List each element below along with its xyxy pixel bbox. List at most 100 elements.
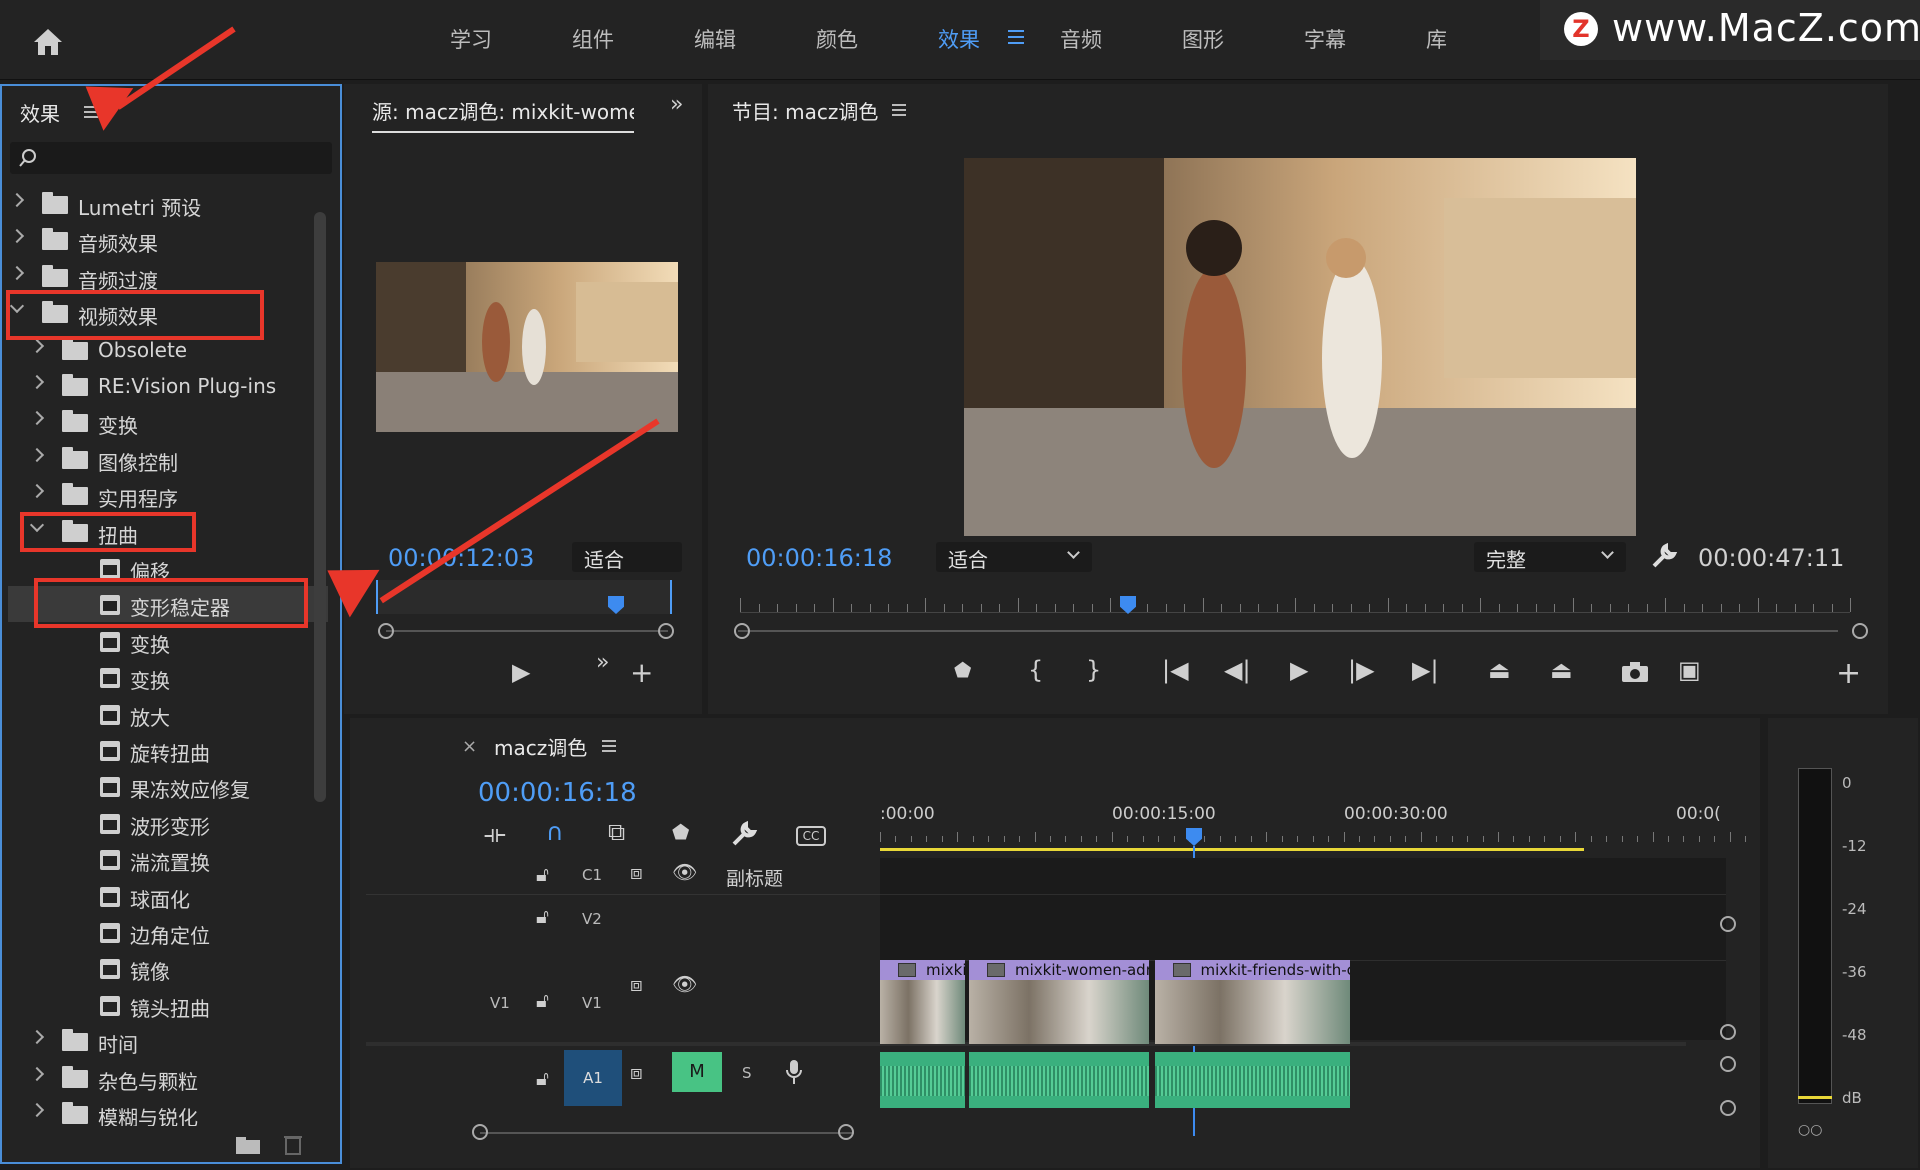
tree-effect[interactable]: 放大: [8, 696, 328, 732]
timeline-scroll-end-handle[interactable]: [838, 1124, 854, 1140]
microphone-icon[interactable]: [784, 1058, 804, 1086]
lock-icon[interactable]: 🔓︎: [536, 1066, 549, 1090]
tree-effect[interactable]: 边角定位: [8, 914, 328, 950]
workspace-tab-4[interactable]: 效果: [938, 24, 980, 54]
source-fit-dropdown[interactable]: 适合: [572, 542, 682, 572]
close-sequence-icon[interactable]: ×: [462, 736, 477, 757]
tree-effect[interactable]: 变换: [8, 623, 328, 659]
timeline-scroll-track[interactable]: [480, 1132, 854, 1134]
source-play-button[interactable]: ▶: [512, 658, 530, 686]
workspace-tab-8[interactable]: 库: [1426, 24, 1447, 54]
program-scroll-start-handle[interactable]: [734, 623, 750, 639]
program-quality-dropdown[interactable]: 完整: [1474, 542, 1626, 572]
timeline-scroll-start-handle[interactable]: [472, 1124, 488, 1140]
wrench-icon[interactable]: [1650, 542, 1678, 570]
vertical-zoom-handle[interactable]: [1720, 916, 1736, 932]
captions-icon[interactable]: CC: [796, 826, 826, 846]
vertical-zoom-handle[interactable]: [1720, 1024, 1736, 1040]
sync-lock-icon[interactable]: ⧈: [630, 1060, 643, 1084]
tree-effect[interactable]: 湍流置换: [8, 841, 328, 877]
linked-selection-icon[interactable]: ⧉: [608, 818, 625, 846]
go-to-in-icon[interactable]: |◀: [1162, 656, 1189, 684]
extract-icon[interactable]: ⏏: [1550, 656, 1573, 684]
video-clip[interactable]: mixkit-women-admire-roma: [968, 960, 1149, 1044]
tree-effect[interactable]: 镜像: [8, 950, 328, 986]
mute-button[interactable]: M: [672, 1052, 722, 1092]
source-scroll-end-handle[interactable]: [658, 623, 674, 639]
timeline-marker-icon[interactable]: ⬟: [672, 820, 689, 844]
chevron-right-icon[interactable]: [29, 1066, 45, 1081]
tree-effect[interactable]: 旋转扭曲: [8, 732, 328, 768]
program-play-button[interactable]: ▶: [1290, 656, 1308, 684]
add-marker-icon[interactable]: ⬟: [954, 658, 971, 682]
tree-folder[interactable]: 模糊与锐化: [8, 1096, 328, 1126]
timeline-wrench-icon[interactable]: [730, 820, 758, 848]
source-panel-title[interactable]: 源: macz调色: mixkit-womei: [372, 96, 634, 133]
eye-icon[interactable]: 👁︎: [672, 860, 697, 884]
timeline-menu-icon[interactable]: [602, 740, 616, 752]
program-scroll-track[interactable]: [738, 630, 1838, 632]
lock-icon[interactable]: 🔓︎: [536, 862, 549, 886]
workspace-tab-1[interactable]: 组件: [572, 24, 614, 54]
program-menu-icon[interactable]: [892, 104, 906, 116]
lift-icon[interactable]: ⏏: [1488, 656, 1511, 684]
program-fit-dropdown[interactable]: 适合: [936, 542, 1092, 572]
tree-folder[interactable]: 实用程序: [8, 477, 328, 513]
tree-effect[interactable]: 变换: [8, 659, 328, 695]
source-scroll-start-handle[interactable]: [378, 623, 394, 639]
vertical-zoom-handle[interactable]: [1720, 1100, 1736, 1116]
tree-folder[interactable]: 时间: [8, 1023, 328, 1059]
workspace-tab-6[interactable]: 图形: [1182, 24, 1224, 54]
audio-clip[interactable]: [880, 1052, 966, 1108]
go-to-out-icon[interactable]: ▶|: [1412, 656, 1439, 684]
source-add-button-icon[interactable]: +: [630, 656, 653, 689]
chevron-right-icon[interactable]: [29, 338, 45, 353]
tree-folder[interactable]: RE:Vision Plug-ins: [8, 368, 328, 404]
panel-overflow-icon[interactable]: »: [670, 92, 683, 117]
effects-scrollbar[interactable]: [314, 212, 326, 802]
track-a1-label[interactable]: A1: [564, 1050, 622, 1106]
lock-icon[interactable]: 🔓︎: [536, 904, 549, 928]
tree-folder[interactable]: 变换: [8, 404, 328, 440]
tree-folder[interactable]: 杂色与颗粒: [8, 1060, 328, 1096]
comparison-view-icon[interactable]: ▣: [1678, 656, 1701, 684]
chevron-right-icon[interactable]: [29, 1030, 45, 1045]
video-clip[interactable]: mixkit-friends-with-colored-sm: [1154, 960, 1350, 1044]
chevron-right-icon[interactable]: [9, 229, 25, 244]
workspace-menu-icon[interactable]: [1008, 30, 1024, 44]
sequence-tab[interactable]: macz调色: [494, 732, 587, 761]
workspace-tab-3[interactable]: 颜色: [816, 24, 858, 54]
audio-clip[interactable]: [968, 1052, 1149, 1108]
effects-search-input[interactable]: [10, 142, 332, 174]
mark-in-icon[interactable]: {: [1028, 656, 1043, 684]
tree-folder[interactable]: 音频效果: [8, 222, 328, 258]
program-panel-title[interactable]: 节目: macz调色: [732, 96, 878, 125]
track-output-icon[interactable]: ⧈: [630, 972, 643, 996]
timeline-playhead-handle[interactable]: [1186, 828, 1202, 846]
source-patch-v1[interactable]: V1: [490, 994, 510, 1012]
tree-effect[interactable]: 波形变形: [8, 805, 328, 841]
workspace-tab-5[interactable]: 音频: [1060, 24, 1102, 54]
tree-effect[interactable]: 镜头扭曲: [8, 987, 328, 1023]
step-forward-icon[interactable]: |▶: [1348, 656, 1375, 684]
vertical-zoom-handle[interactable]: [1720, 1056, 1736, 1072]
program-scroll-end-handle[interactable]: [1852, 623, 1868, 639]
meter-solo-icon[interactable]: ○○: [1798, 1122, 1822, 1138]
workspace-tab-0[interactable]: 学习: [450, 24, 492, 54]
source-zoom-bar[interactable]: [376, 580, 672, 614]
chevron-right-icon[interactable]: [9, 192, 25, 208]
nest-icon[interactable]: ⟛: [484, 820, 506, 848]
workspace-tab-7[interactable]: 字幕: [1304, 24, 1346, 54]
chevron-right-icon[interactable]: [29, 1102, 45, 1118]
camera-icon[interactable]: [1620, 660, 1650, 684]
step-back-icon[interactable]: ◀|: [1224, 656, 1251, 684]
timeline-timecode[interactable]: 00:00:16:18: [478, 778, 637, 808]
program-ruler[interactable]: [740, 612, 1850, 613]
program-add-button-icon[interactable]: +: [1836, 656, 1861, 691]
delete-icon[interactable]: [282, 1132, 304, 1156]
chevron-right-icon[interactable]: [29, 411, 45, 426]
solo-button[interactable]: S: [742, 1064, 752, 1082]
mark-out-icon[interactable]: }: [1086, 656, 1101, 684]
tree-folder[interactable]: 图像控制: [8, 441, 328, 477]
lock-icon[interactable]: 🔓︎: [536, 988, 549, 1012]
